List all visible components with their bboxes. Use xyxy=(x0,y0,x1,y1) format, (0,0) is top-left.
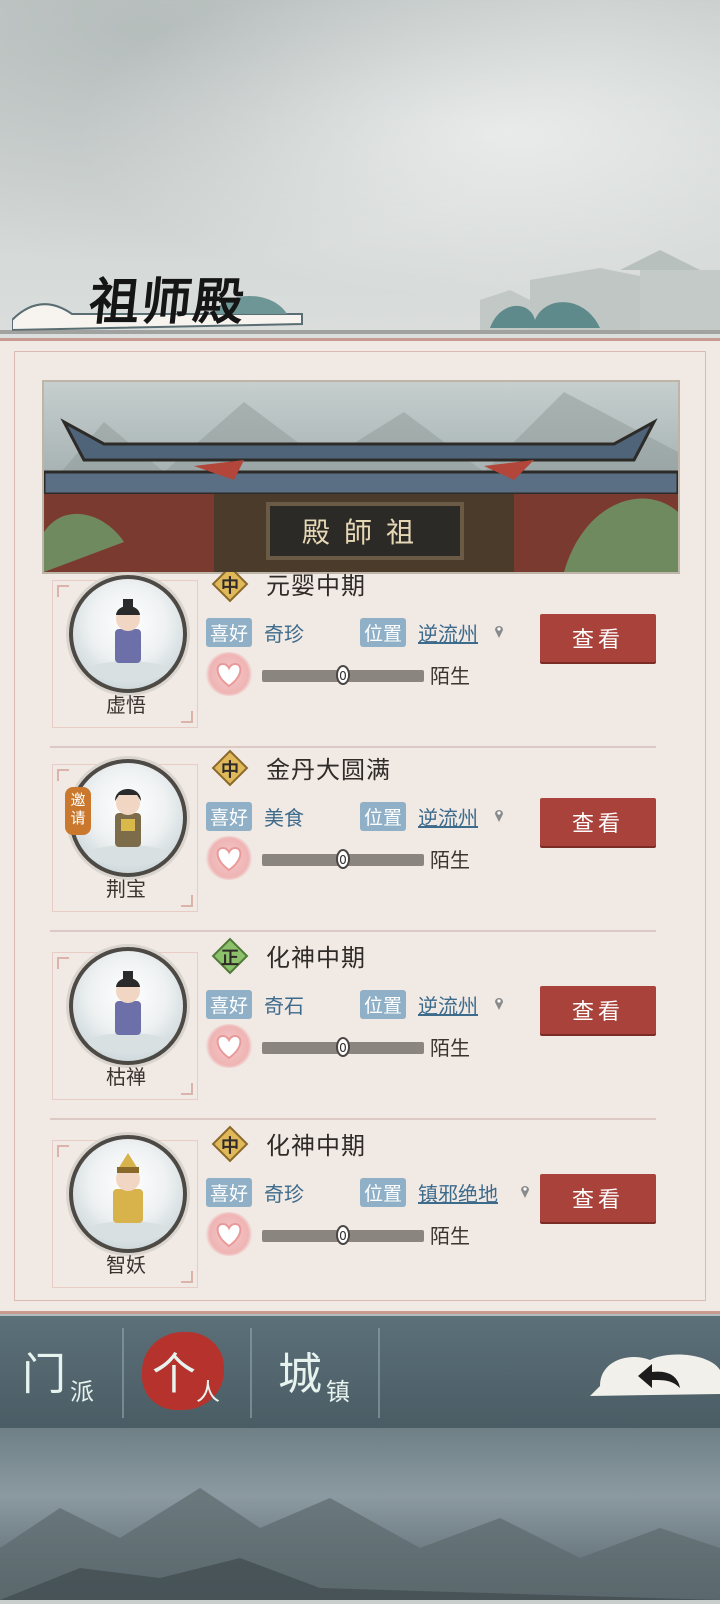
cultivation-realm: 化神中期 xyxy=(266,1132,366,1160)
rank-badge-text: 中 xyxy=(221,576,239,597)
mountain-silhouette xyxy=(0,1488,720,1600)
tab-town[interactable]: 城 镇 xyxy=(254,1316,374,1428)
location-tag: 位置 xyxy=(360,990,407,1019)
location-pin-icon xyxy=(521,1186,529,1198)
view-button[interactable]: 查看 xyxy=(540,1174,656,1222)
avatar xyxy=(69,575,187,693)
location-link[interactable]: 逆流州 xyxy=(418,802,478,831)
portrait-frame: 枯禅 xyxy=(52,947,198,1100)
affinity-value: 0 xyxy=(336,849,350,869)
hobby-tag: 喜好 xyxy=(206,802,253,831)
tab-sect[interactable]: 门 派 xyxy=(0,1316,120,1428)
hall-banner-image: 殿師祖 xyxy=(42,380,680,574)
rank-badge-text: 中 xyxy=(221,1136,239,1157)
cultivation-realm: 化神中期 xyxy=(266,944,366,972)
affinity-heart-icon xyxy=(205,1024,253,1068)
portrait-frame: 虚悟 xyxy=(52,575,198,728)
affinity-value: 0 xyxy=(336,1037,350,1057)
disciple-name: 荆宝 xyxy=(106,877,146,901)
relation-status: 陌生 xyxy=(430,1224,470,1248)
affinity-heart-icon xyxy=(205,1212,253,1256)
affinity-heart-icon xyxy=(205,652,253,696)
disciple-name: 虚悟 xyxy=(106,693,146,717)
portrait-frame: 邀请 荆宝 xyxy=(52,759,198,912)
affinity-bar: 0 xyxy=(262,849,424,869)
disciple-row: 智妖 中 化神中期 喜好 奇珍 位置 镇邪绝地 0 陌生 查看 xyxy=(50,1124,656,1300)
view-button[interactable]: 查看 xyxy=(540,986,656,1034)
hobby-tag: 喜好 xyxy=(206,1178,253,1207)
rank-badge-text: 正 xyxy=(221,948,239,969)
location-link[interactable]: 逆流州 xyxy=(418,990,478,1019)
page-title: 祖师殿 xyxy=(86,272,249,331)
portrait-frame: 智妖 xyxy=(52,1135,198,1288)
divider xyxy=(0,330,720,334)
cultivation-realm: 元婴中期 xyxy=(266,572,366,600)
hobby-value: 奇珍 xyxy=(264,622,304,646)
view-button[interactable]: 查看 xyxy=(540,798,656,846)
hobby-value: 奇珍 xyxy=(264,1182,304,1206)
tab-town-sub: 镇 xyxy=(326,1378,350,1406)
hobby-tag: 喜好 xyxy=(206,990,253,1019)
location-link[interactable]: 镇邪绝地 xyxy=(418,1178,498,1207)
cultivation-realm: 金丹大圆满 xyxy=(266,756,391,784)
relation-status: 陌生 xyxy=(430,664,470,688)
plaque-text: 殿師祖 xyxy=(301,516,428,549)
hobby-value: 美食 xyxy=(264,806,304,830)
location-tag: 位置 xyxy=(360,802,407,831)
tab-sect-sub: 派 xyxy=(70,1378,94,1406)
tab-personal-sub: 人 xyxy=(196,1378,220,1406)
hobby-value: 奇石 xyxy=(264,994,304,1018)
location-pin-icon xyxy=(495,810,503,822)
affinity-bar: 0 xyxy=(262,1037,424,1057)
avatar xyxy=(69,947,187,1065)
hobby-tag: 喜好 xyxy=(206,618,253,647)
avatar xyxy=(69,1135,187,1253)
disciple-row: 邀请 荆宝 中 金丹大圆满 喜好 美食 位置 逆流州 0 陌生 查看 xyxy=(50,748,656,932)
temple-plaque: 殿師祖 xyxy=(266,502,464,560)
row-divider xyxy=(50,1118,656,1120)
cloud-ornament xyxy=(490,302,600,328)
location-tag: 位置 xyxy=(360,1178,407,1207)
nav-divider xyxy=(250,1328,252,1418)
row-divider xyxy=(50,930,656,932)
affinity-value: 0 xyxy=(336,1225,350,1245)
view-button[interactable]: 查看 xyxy=(540,614,656,662)
tab-personal[interactable]: 个 人 xyxy=(124,1316,244,1428)
rank-badge-text: 中 xyxy=(221,760,239,781)
location-pin-icon xyxy=(495,626,503,638)
disciple-list[interactable]: 虚悟 中 元婴中期 喜好 奇珍 位置 逆流州 0 陌生 查看 邀请 荆宝 中 金… xyxy=(50,572,656,1300)
disciple-name: 枯禅 xyxy=(106,1065,146,1089)
disciple-name: 智妖 xyxy=(106,1253,146,1277)
invite-badge[interactable]: 邀请 xyxy=(65,787,91,835)
affinity-heart-icon xyxy=(205,836,253,880)
affinity-bar: 0 xyxy=(262,665,424,685)
tab-sect-main: 门 xyxy=(22,1349,66,1400)
back-arrow-icon[interactable] xyxy=(590,1346,720,1402)
location-tag: 位置 xyxy=(360,618,407,647)
location-pin-icon xyxy=(495,998,503,1010)
disciple-row: 虚悟 中 元婴中期 喜好 奇珍 位置 逆流州 0 陌生 查看 xyxy=(50,572,656,748)
tab-town-main: 城 xyxy=(278,1349,322,1400)
relation-status: 陌生 xyxy=(430,848,470,872)
affinity-bar: 0 xyxy=(262,1225,424,1245)
location-link[interactable]: 逆流州 xyxy=(418,618,478,647)
bottom-landscape xyxy=(0,1428,720,1600)
tab-personal-main: 个 xyxy=(152,1349,196,1400)
disciple-row: 枯禅 正 化神中期 喜好 奇石 位置 逆流州 0 陌生 查看 xyxy=(50,936,656,1120)
affinity-value: 0 xyxy=(336,665,350,685)
relation-status: 陌生 xyxy=(430,1036,470,1060)
nav-divider xyxy=(378,1328,380,1418)
